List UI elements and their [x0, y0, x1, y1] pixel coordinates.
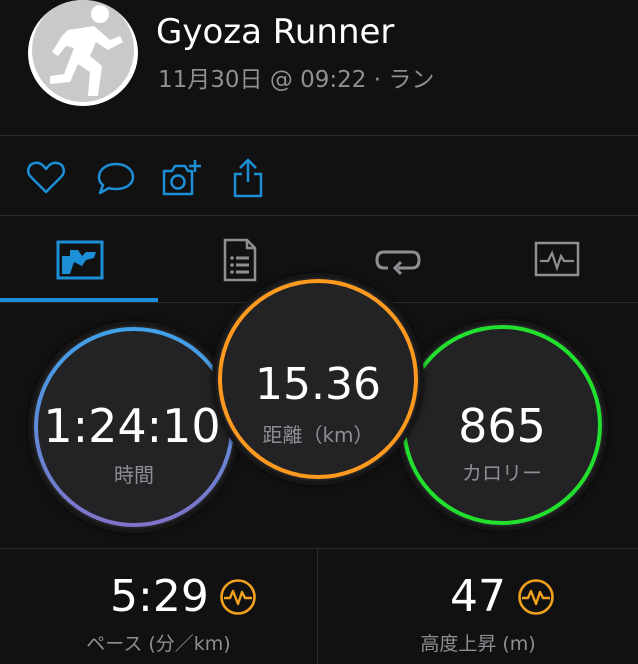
time-label: 時間 [114, 463, 154, 487]
summary-circles: 1:24:10 時間 865 カロリー 15.36 距離（km） [0, 277, 638, 548]
pace-stat[interactable]: 5:29 ペース (分／km) [0, 549, 317, 664]
activity-pulse-icon [220, 579, 256, 615]
activity-pulse-icon [518, 579, 554, 615]
details-list-icon [223, 238, 257, 282]
graph-icon [534, 241, 580, 277]
distance-value: 15.36 [255, 359, 381, 410]
pace-label: ペース (分／km) [86, 633, 231, 655]
calories-value: 865 [458, 399, 546, 453]
share-button[interactable] [226, 156, 270, 200]
share-icon [233, 158, 263, 198]
like-button[interactable] [24, 156, 68, 200]
tab-overview[interactable] [0, 216, 159, 302]
comment-icon [97, 162, 135, 195]
distance-ring: 15.36 距離（km） [216, 277, 420, 481]
page-title: Gyoza Runner [156, 12, 395, 52]
heart-icon [26, 161, 66, 194]
time-value: 1:24:10 [43, 399, 221, 453]
time-ring: 1:24:10 時間 [32, 325, 236, 529]
add-photo-icon [162, 160, 201, 196]
elevation-label: 高度上昇 (m) [420, 633, 536, 655]
calories-ring: 865 カロリー [400, 323, 604, 527]
calories-label: カロリー [462, 461, 542, 485]
distance-label: 距離（km） [262, 423, 374, 447]
comment-button[interactable] [94, 156, 138, 200]
activity-date: 11月30日 @ 09:22 · ラン [158, 67, 435, 93]
vertical-divider [317, 549, 318, 664]
runner-icon [50, 5, 123, 96]
avatar[interactable] [28, 0, 138, 106]
overview-chart-icon [56, 240, 104, 280]
tab-graphs[interactable] [477, 216, 636, 302]
laps-icon [375, 250, 421, 276]
stats-grid: 5:29 ペース (分／km) 47 高度上昇 (m) [0, 549, 638, 664]
add-photo-button[interactable] [160, 156, 204, 200]
elevation-value: 47 [450, 571, 506, 622]
elevation-stat[interactable]: 47 高度上昇 (m) [318, 549, 638, 664]
activity-header: Gyoza Runner 11月30日 @ 09:22 · ラン [0, 0, 638, 135]
action-bar [0, 136, 638, 215]
pace-value: 5:29 [110, 571, 209, 622]
